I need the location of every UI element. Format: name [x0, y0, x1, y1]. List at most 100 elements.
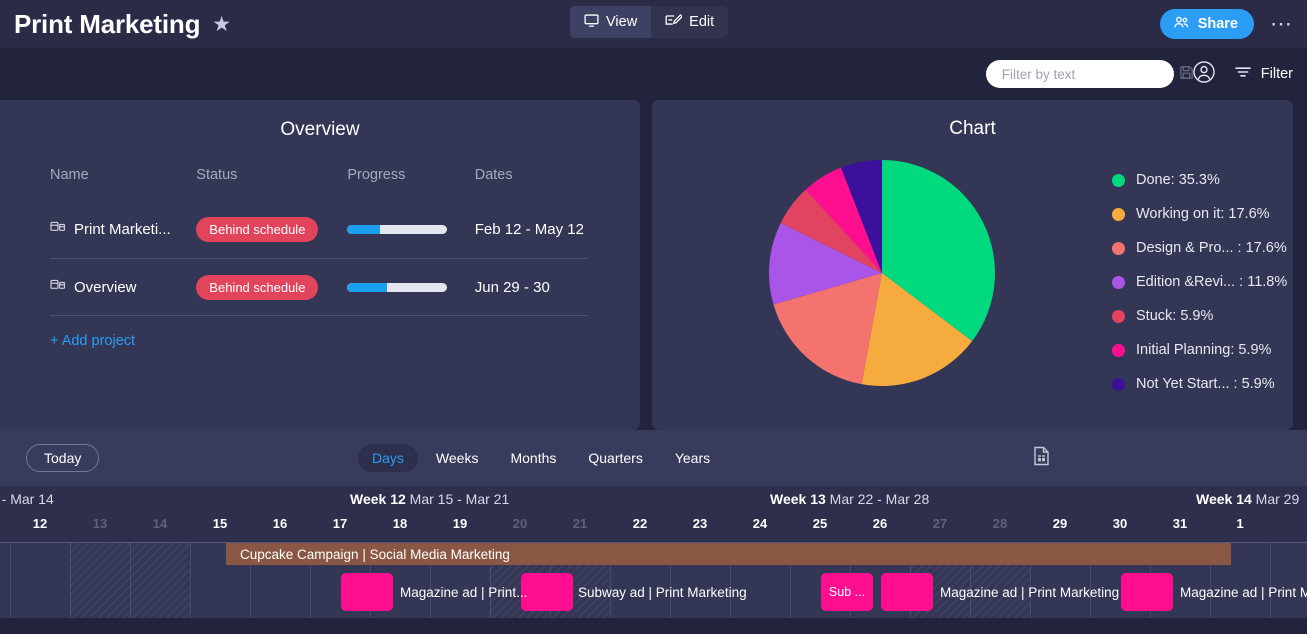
- chart-legend: Done: 35.3% Working on it: 17.6% Design & …: [1112, 158, 1287, 401]
- chart-body: Done: 35.3% Working on it: 17.6% Design & …: [652, 140, 1293, 401]
- overview-panel-title: Overview: [280, 119, 360, 140]
- today-button[interactable]: Today: [26, 444, 100, 472]
- weekend-column: [130, 543, 190, 618]
- progress-bar: [347, 282, 448, 292]
- day-header-cell: 15: [212, 516, 228, 531]
- zoom-tab-weeks[interactable]: Weeks: [422, 444, 493, 472]
- table-row[interactable]: Print Marketi... Behind schedule Feb 12 …: [50, 201, 588, 258]
- row-status-cell[interactable]: Behind schedule: [196, 274, 347, 300]
- zoom-tab-years[interactable]: Years: [661, 444, 724, 472]
- person-circle-icon[interactable]: [1192, 60, 1216, 89]
- search-box[interactable]: [985, 60, 1193, 88]
- week-label: Mar 8 - Mar 14: [0, 491, 54, 507]
- table-row[interactable]: Overview Behind schedule Jun 29 - 30: [50, 258, 588, 315]
- day-header-cell: 21: [572, 516, 588, 531]
- day-header-cell: 28: [992, 516, 1008, 531]
- row-status-cell[interactable]: Behind schedule: [196, 217, 347, 242]
- legend-swatch-icon: [1112, 343, 1125, 357]
- share-button-label: Share: [1197, 16, 1238, 32]
- legend-label: Done: 35.3%: [1136, 172, 1220, 188]
- pie-chart[interactable]: [767, 158, 997, 388]
- timeline-task-bar[interactable]: [521, 573, 573, 611]
- legend-label: Stuck: 5.9%: [1136, 308, 1214, 324]
- timeline-task-bar[interactable]: [1121, 573, 1173, 611]
- row-dates-cell: Feb 12 - May 12: [474, 221, 584, 238]
- legend-swatch-icon: [1112, 309, 1125, 323]
- status-badge: Behind schedule: [196, 217, 319, 242]
- legend-item[interactable]: Initial Planning: 5.9%: [1112, 333, 1287, 367]
- timeline-task-bar[interactable]: Sub ...: [821, 573, 873, 611]
- legend-item[interactable]: Working on it: 17.6%: [1112, 197, 1287, 231]
- legend-swatch-icon: [1112, 207, 1125, 221]
- zoom-tab-days[interactable]: Days: [358, 444, 418, 472]
- row-progress-cell: [347, 225, 474, 234]
- legend-swatch-icon: [1112, 241, 1125, 255]
- monitor-icon: [584, 13, 599, 32]
- timeline-group-bar[interactable]: Cupcake Campaign | Social Media Marketin…: [226, 543, 1231, 565]
- legend-item[interactable]: Design & Pro... : 17.6%: [1112, 231, 1287, 265]
- zoom-tab-months[interactable]: Months: [496, 444, 570, 472]
- legend-item[interactable]: Done: 35.3%: [1112, 163, 1287, 197]
- view-edit-switch: View Edit: [570, 6, 729, 38]
- timeline-task-label: Magazine ad | Print...: [400, 585, 528, 600]
- table-header-row: Name Status Progress Dates: [50, 167, 588, 201]
- star-icon[interactable]: ★: [212, 14, 231, 35]
- legend-item[interactable]: Stuck: 5.9%: [1112, 299, 1287, 333]
- day-header-cell: 11: [0, 516, 10, 531]
- day-header-cell: 30: [1112, 516, 1128, 531]
- dashboard-panels: Overview Name Status Progress Dates Prin…: [0, 100, 1307, 430]
- top-bar: Print Marketing ★ View Edit Share ⋯: [0, 0, 1307, 48]
- day-header-cell: 13: [92, 516, 108, 531]
- column-header-name: Name: [50, 167, 89, 183]
- legend-item[interactable]: Edition &Revi... : 11.8%: [1112, 265, 1287, 299]
- timeline-task-bar[interactable]: [341, 573, 393, 611]
- tab-view[interactable]: View: [570, 6, 652, 38]
- day-header-cell: 25: [812, 516, 828, 531]
- column-header-progress: Progress: [347, 167, 406, 183]
- tab-view-label: View: [606, 14, 638, 30]
- week-label: Week 14 Mar 29: [1196, 491, 1300, 507]
- day-header-cell: 23: [692, 516, 708, 531]
- tab-edit-label: Edit: [689, 14, 715, 30]
- day-header-cell: 1: [1236, 516, 1244, 531]
- day-header-cell: 24: [752, 516, 768, 531]
- timeline-week-header: Mar 8 - Mar 14 Week 12 Mar 15 - Mar 21 Wee…: [0, 486, 1307, 516]
- day-header-cell: 18: [392, 516, 408, 531]
- timeline-day-header: 11 12 13 14 15 16 17 18 19 20 21 22 23 24 25 26 27 28 29 30…: [0, 516, 1307, 542]
- filter-button[interactable]: Filter: [1234, 64, 1293, 84]
- progress-bar: [347, 225, 448, 234]
- week-label: Week 13 Mar 22 - Mar 28: [770, 491, 930, 507]
- filter-icon: [1234, 64, 1252, 84]
- day-header-cell: 16: [272, 516, 288, 531]
- pie-chart-wrap: [652, 158, 1112, 401]
- legend-label: Not Yet Start... : 5.9%: [1136, 376, 1275, 392]
- timeline-canvas[interactable]: Cupcake Campaign | Social Media Marketin…: [0, 542, 1307, 618]
- overview-table: Name Status Progress Dates Print Marketi…: [0, 141, 640, 349]
- row-name-cell[interactable]: Print Marketi...: [50, 220, 196, 239]
- row-name-cell[interactable]: Overview: [50, 278, 196, 297]
- day-header-cell: 31: [1172, 516, 1188, 531]
- ellipsis-icon[interactable]: ⋯: [1270, 13, 1293, 35]
- row-name-text: Overview: [74, 278, 137, 296]
- day-header-cell: 14: [152, 516, 168, 531]
- legend-label: Edition &Revi... : 11.8%: [1136, 274, 1288, 290]
- grid-line: [190, 543, 191, 618]
- tab-edit[interactable]: Edit: [651, 6, 728, 38]
- legend-label: Design & Pro... : 17.6%: [1136, 240, 1287, 256]
- day-header-cell: 22: [632, 516, 648, 531]
- add-project-link[interactable]: + Add project: [50, 315, 588, 349]
- timeline: Mar 8 - Mar 14 Week 12 Mar 15 - Mar 21 Wee…: [0, 486, 1307, 618]
- export-document-icon[interactable]: [1032, 446, 1051, 471]
- progress-bar-fill: [347, 282, 388, 292]
- filter-button-label: Filter: [1260, 66, 1293, 82]
- timeline-task-bar[interactable]: [881, 573, 933, 611]
- search-input[interactable]: [1001, 66, 1179, 82]
- board-icon: [50, 278, 66, 297]
- timeline-toolbar: Today Days Weeks Months Quarters Years: [0, 430, 1307, 486]
- progress-bar-fill: [347, 225, 381, 234]
- legend-item[interactable]: Not Yet Start... : 5.9%: [1112, 367, 1287, 401]
- share-button[interactable]: Share: [1159, 9, 1254, 39]
- grid-line: [1270, 543, 1271, 618]
- zoom-tab-quarters[interactable]: Quarters: [574, 444, 656, 472]
- chart-panel: Chart Done: 35.3% Working on it: 17.6% Des…: [652, 100, 1293, 430]
